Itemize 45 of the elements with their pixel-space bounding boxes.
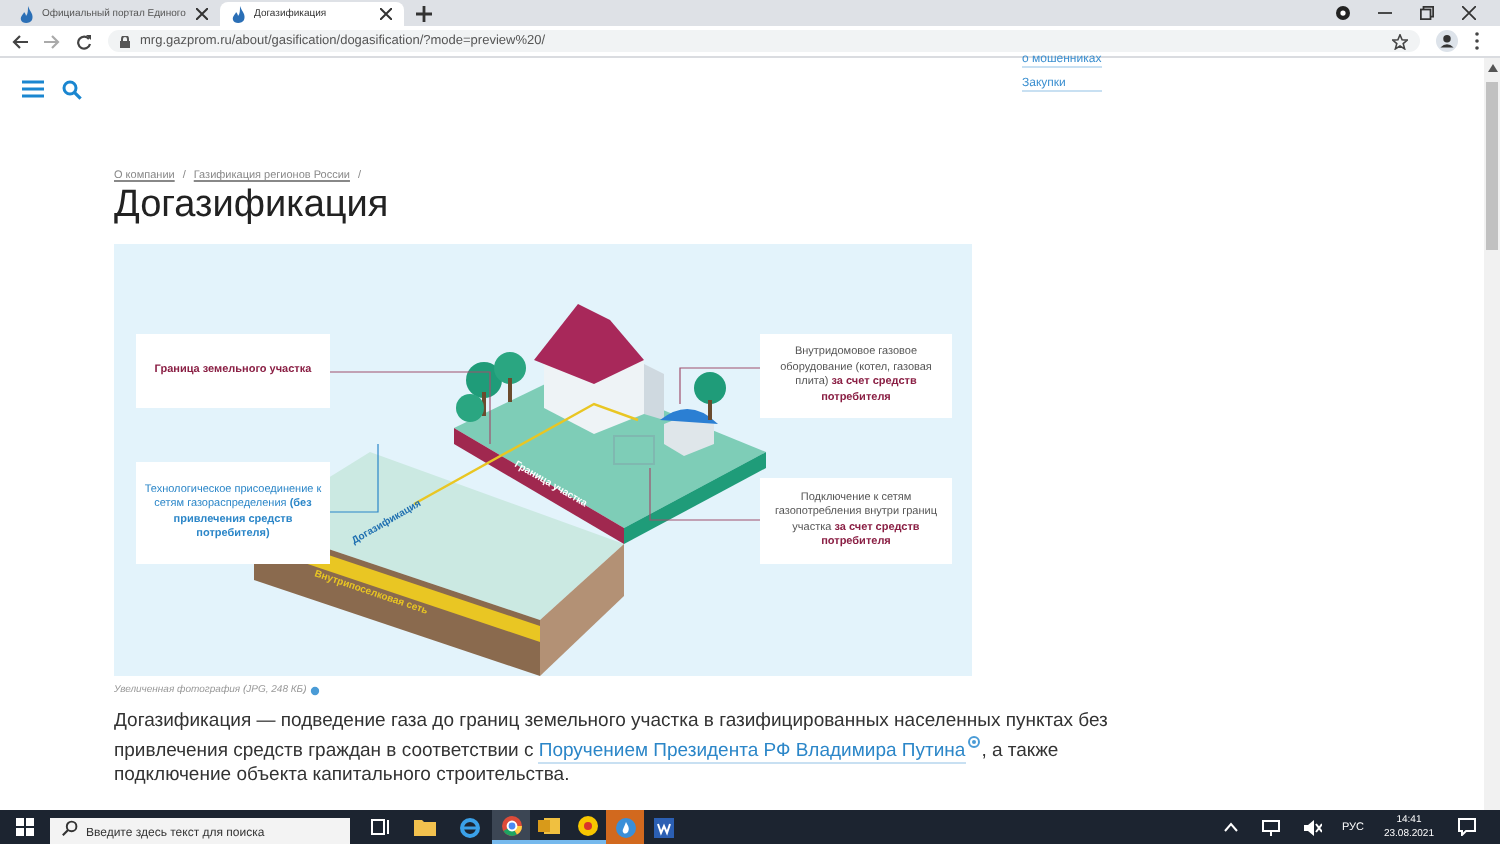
taskbar-app-button[interactable] — [492, 810, 530, 844]
search-icon[interactable] — [62, 80, 82, 100]
reload-icon[interactable] — [76, 33, 92, 49]
close-icon[interactable] — [1462, 6, 1476, 20]
menu-icon[interactable] — [1474, 32, 1480, 50]
flame-icon — [20, 5, 34, 23]
task-view-icon[interactable] — [370, 818, 390, 836]
close-icon[interactable] — [380, 8, 392, 20]
account-icon[interactable] — [1436, 30, 1458, 52]
tree-drawing — [494, 352, 526, 402]
mail-app-icon — [538, 815, 560, 835]
search-icon — [62, 819, 78, 835]
minimize-icon[interactable] — [1378, 6, 1392, 20]
page-title: Догазификация — [114, 184, 391, 228]
profile-icon[interactable] — [1336, 6, 1350, 20]
body-paragraph: Догазификация — подведение газа до границ земельного участка в газифицированных населенных пунктах без привлечения средств граждан в соответствии с Поручением Президента РФ Владимира Путина , а также подключение объекта капитального строительства. — [114, 710, 1110, 790]
chevron-up-icon[interactable] — [1223, 822, 1238, 832]
house-drawing — [534, 304, 664, 434]
close-icon[interactable] — [196, 8, 208, 20]
flame-icon — [615, 817, 635, 837]
browser-e-icon[interactable] — [460, 817, 480, 837]
magnifier-icon — [310, 685, 321, 695]
plus-icon[interactable] — [416, 5, 432, 21]
back-icon[interactable] — [12, 33, 28, 49]
windows-start-icon[interactable] — [16, 818, 34, 836]
leader-line — [649, 467, 761, 521]
leader-line — [679, 367, 761, 405]
star-icon[interactable] — [1392, 33, 1408, 49]
chrome-logo-icon — [501, 815, 521, 835]
folder-icon[interactable] — [414, 818, 436, 836]
network-icon[interactable] — [1261, 819, 1280, 835]
garage-drawing — [660, 409, 718, 456]
word-doc-icon — [653, 817, 673, 837]
flame-icon — [232, 5, 246, 23]
notifications-icon[interactable] — [1458, 818, 1476, 836]
volume-icon[interactable] — [1303, 819, 1322, 835]
scrollbar[interactable] — [1484, 58, 1500, 810]
lock-icon — [120, 35, 130, 47]
restore-icon[interactable] — [1420, 6, 1434, 20]
scroll-up-icon[interactable] — [1487, 64, 1497, 72]
decree-link[interactable]: Поручением Президента РФ Владимира Путина — [538, 739, 966, 764]
tree-drawing — [694, 372, 726, 420]
external-link-icon — [967, 735, 980, 747]
greenhouse-drawing — [613, 435, 655, 465]
app-logo-icon — [577, 815, 597, 835]
